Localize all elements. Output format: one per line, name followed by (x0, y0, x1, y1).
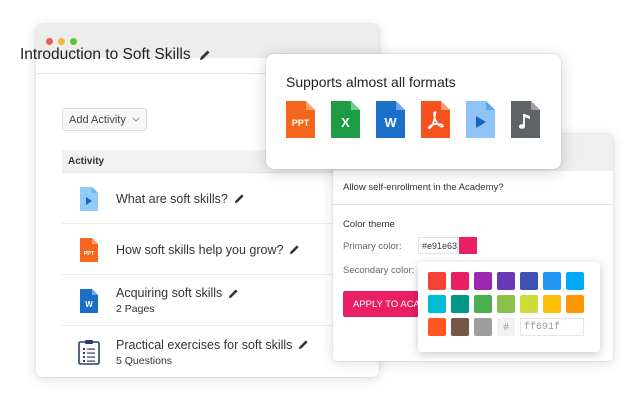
activity-row[interactable]: Practical exercises for soft skills 5 Qu… (62, 327, 379, 377)
pencil-icon[interactable] (234, 193, 245, 204)
color-swatch[interactable] (566, 272, 584, 290)
excel-label: X (341, 115, 350, 130)
color-swatch[interactable] (428, 272, 446, 290)
supported-formats-card: Supports almost all formats PPT X W (266, 54, 561, 169)
activity-name: What are soft skills? (116, 191, 228, 206)
primary-color-label: Primary color: (343, 241, 402, 252)
video-file-icon (80, 186, 98, 211)
color-swatch[interactable] (428, 295, 446, 313)
excel-file-icon: X (331, 101, 360, 138)
add-activity-label: Add Activity (69, 113, 126, 126)
divider (333, 204, 613, 205)
course-title-text: Introduction to Soft Skills (20, 46, 191, 63)
color-swatch[interactable] (451, 295, 469, 313)
color-theme-label: Color theme (343, 219, 395, 230)
activity-row[interactable]: PPT How soft skills help you grow? (62, 225, 379, 275)
add-activity-button[interactable]: Add Activity (62, 108, 147, 131)
color-picker-popup: # ff691f (418, 262, 600, 352)
formats-title: Supports almost all formats (286, 74, 456, 90)
activity-row[interactable]: What are soft skills? (62, 174, 379, 224)
color-swatch[interactable] (474, 318, 492, 336)
svg-text:W: W (85, 300, 93, 309)
ppt-file-icon: PPT (286, 101, 315, 138)
activity-column-header: Activity (68, 155, 105, 167)
pencil-icon[interactable] (298, 339, 309, 350)
ppt-file-icon: PPT (80, 237, 98, 262)
chevron-down-icon (132, 117, 140, 122)
color-swatch[interactable] (428, 318, 446, 336)
close-window-dot[interactable] (46, 37, 53, 45)
color-swatch[interactable] (474, 295, 492, 313)
activity-row[interactable]: W Acquiring soft skills 2 Pages (62, 276, 379, 326)
word-file-icon: W (80, 288, 98, 313)
color-swatch[interactable] (497, 272, 515, 290)
activity-name: How soft skills help you grow? (116, 242, 284, 257)
audio-file-icon (511, 101, 540, 138)
course-title: Introduction to Soft Skills (20, 46, 211, 64)
word-file-icon: W (376, 101, 405, 138)
color-swatch[interactable] (474, 272, 492, 290)
secondary-color-label: Secondary color: (343, 265, 415, 276)
video-file-icon (466, 101, 495, 138)
activity-meta: 5 Questions (116, 354, 173, 367)
maximize-window-dot[interactable] (70, 37, 77, 45)
color-swatch[interactable] (451, 318, 469, 336)
color-swatch[interactable] (543, 295, 561, 313)
format-icons: PPT X W (286, 101, 540, 138)
clipboard-icon (78, 340, 100, 365)
hex-color-input[interactable]: ff691f (520, 318, 584, 336)
color-swatch[interactable] (520, 295, 538, 313)
color-swatch[interactable] (566, 295, 584, 313)
color-swatch[interactable] (543, 272, 561, 290)
ppt-label: PPT (292, 118, 310, 128)
color-swatch[interactable] (497, 295, 515, 313)
color-swatch[interactable] (520, 272, 538, 290)
minimize-window-dot[interactable] (58, 37, 65, 45)
activity-name: Acquiring soft skills (116, 286, 223, 300)
word-label: W (384, 115, 397, 130)
primary-color-swatch[interactable] (459, 237, 477, 254)
color-swatch[interactable] (451, 272, 469, 290)
pencil-icon[interactable] (199, 49, 211, 61)
activity-name: Practical exercises for soft skills (116, 337, 293, 352)
pencil-icon[interactable] (228, 288, 239, 299)
primary-color-input[interactable]: #e91e63 (418, 237, 458, 254)
hash-label: # (497, 318, 515, 336)
activity-meta: 2 Pages (116, 303, 155, 315)
self-enroll-label: Allow self-enrollment in the Academy? (343, 182, 504, 193)
color-swatch-grid: # ff691f (428, 272, 584, 336)
svg-text:PPT: PPT (84, 251, 95, 257)
pdf-file-icon (421, 101, 450, 138)
pencil-icon[interactable] (289, 244, 300, 255)
